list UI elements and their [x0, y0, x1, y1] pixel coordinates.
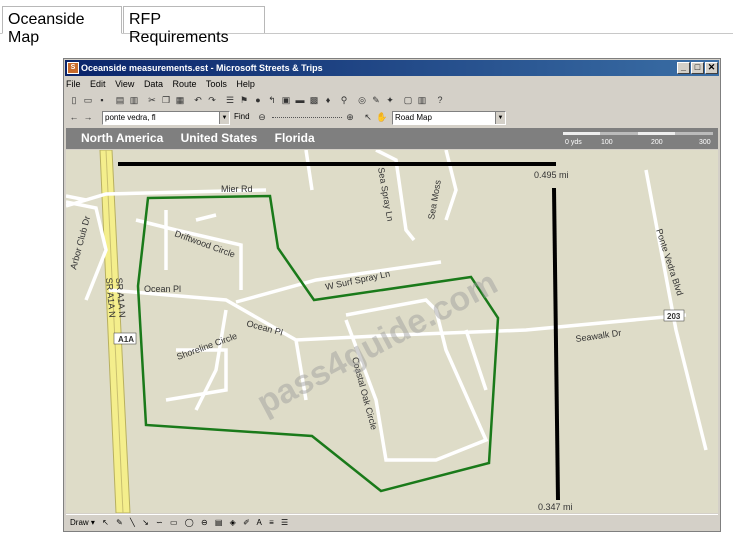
territory-icon[interactable]: ✦ [384, 94, 396, 106]
road-label: Mier Rd [221, 184, 253, 194]
window-title: Oceanside measurements.est - Microsoft S… [81, 63, 323, 73]
location-breadcrumb: North America United States Florida 0 yd… [66, 128, 718, 149]
print-icon[interactable]: ▤ [114, 94, 126, 106]
scale-tick: 300 [699, 139, 711, 146]
navigation-toolbar: ← → ponte vedra, fl ▼ Find ⊖ ⊕ ↖ ✋ Road … [66, 110, 718, 126]
preview-icon[interactable]: ▥ [128, 94, 140, 106]
route-shield-label: 203 [667, 312, 681, 321]
open-icon[interactable]: ▭ [82, 94, 94, 106]
menu-edit[interactable]: Edit [90, 79, 106, 89]
start-icon[interactable]: ⚑ [238, 94, 250, 106]
tab-strip: Oceanside Map RFP Requirements [0, 0, 733, 46]
map-style-value: Road Map [395, 113, 432, 122]
scale-tick: 100 [601, 139, 613, 146]
find-button[interactable]: Find [234, 112, 250, 121]
oval-icon[interactable]: ◯ [185, 518, 194, 527]
circle-icon[interactable]: ⊖ [201, 518, 208, 527]
select-arrow-icon[interactable]: ↖ [102, 518, 109, 527]
zoom-in-icon[interactable]: ⊕ [344, 111, 356, 123]
redo-icon[interactable]: ↷ [206, 94, 218, 106]
chevron-down-icon[interactable]: ▼ [219, 112, 229, 124]
route-shield-label: A1A [118, 335, 134, 344]
copy-icon[interactable]: ❐ [160, 94, 172, 106]
back-icon[interactable]: ← [68, 111, 80, 123]
arrow-icon[interactable]: ↘ [142, 518, 149, 527]
drawing-toolbar: Draw ▾ ↖ ✎ ╲ ↘ ∽ ▭ ◯ ⊖ ▤ ◈ ✐ A ≡ ☰ [66, 514, 718, 530]
zoom-out-icon[interactable]: ⊖ [256, 111, 268, 123]
measurement-label: 0.495 mi [534, 170, 569, 180]
menu-file[interactable]: File [66, 79, 81, 89]
tab-rfp-requirements[interactable]: RFP Requirements [123, 6, 265, 46]
breadcrumb-continent[interactable]: North America [81, 131, 163, 145]
location-search-combo[interactable]: ponte vedra, fl ▼ [102, 111, 230, 125]
dash-style-icon[interactable]: ☰ [281, 518, 288, 527]
legend-icon[interactable]: ▥ [416, 94, 428, 106]
menu-bar: File Edit View Data Route Tools Help [66, 77, 262, 92]
directions-icon[interactable]: ↰ [266, 94, 278, 106]
save-icon[interactable]: ▪ [96, 94, 108, 106]
chevron-down-icon[interactable]: ▼ [495, 112, 505, 124]
line-style-icon[interactable]: ≡ [269, 518, 274, 527]
pan-hand-icon[interactable]: ✋ [376, 111, 388, 123]
location-search-value: ponte vedra, fl [105, 113, 156, 122]
window-titlebar: S Oceanside measurements.est - Microsoft… [65, 60, 719, 76]
forward-icon[interactable]: → [82, 111, 94, 123]
road-label: Ocean Pl [144, 284, 181, 294]
select-icon[interactable]: ↖ [362, 111, 374, 123]
tab-oceanside-map[interactable]: Oceanside Map [2, 6, 122, 46]
draw-menu-button[interactable]: Draw ▾ [70, 518, 95, 527]
menu-data[interactable]: Data [144, 79, 163, 89]
streets-and-trips-window: S Oceanside measurements.est - Microsoft… [63, 58, 721, 532]
minimize-button[interactable]: _ [677, 62, 690, 74]
help-icon[interactable]: ? [434, 94, 446, 106]
scale-unit: 0 yds [565, 139, 582, 146]
car-icon[interactable]: ▬ [294, 94, 306, 106]
pushpin-icon[interactable]: ♦ [322, 94, 334, 106]
line-color-icon[interactable]: ✐ [243, 518, 250, 527]
map-svg: 0.495 mi 0.347 mi Mier Rd Sea Spray Ln S… [66, 150, 718, 513]
map-canvas[interactable]: 0.495 mi 0.347 mi Mier Rd Sea Spray Ln S… [66, 150, 718, 513]
measurement-label: 0.347 mi [538, 502, 573, 512]
map-style-combo[interactable]: Road Map ▼ [392, 111, 506, 125]
stop-icon[interactable]: ● [252, 94, 264, 106]
highlight-icon[interactable]: ✎ [370, 94, 382, 106]
list-icon[interactable]: ▣ [280, 94, 292, 106]
cut-icon[interactable]: ✂ [146, 94, 158, 106]
freeform-icon[interactable]: ∽ [156, 518, 163, 527]
scale-tick: 200 [651, 139, 663, 146]
font-color-icon[interactable]: A [257, 518, 262, 527]
breadcrumb-country[interactable]: United States [181, 131, 258, 145]
textbox-icon[interactable]: ▤ [215, 518, 223, 527]
menu-view[interactable]: View [115, 79, 134, 89]
fill-color-icon[interactable]: ◈ [230, 518, 236, 527]
overview-icon[interactable]: ▢ [402, 94, 414, 106]
maximize-button[interactable]: □ [691, 62, 704, 74]
route-planner-icon[interactable]: ☰ [224, 94, 236, 106]
app-icon: S [67, 62, 79, 74]
rectangle-icon[interactable]: ▭ [170, 518, 178, 527]
undo-icon[interactable]: ↶ [192, 94, 204, 106]
scale-bar: 0 yds 100 200 300 [563, 132, 713, 146]
pen-icon[interactable]: ✎ [116, 518, 123, 527]
find-nearby-icon[interactable]: ◎ [356, 94, 368, 106]
menu-help[interactable]: Help [236, 79, 255, 89]
measure-icon[interactable]: ⚲ [338, 94, 350, 106]
fuel-icon[interactable]: ▩ [308, 94, 320, 106]
line-icon[interactable]: ╲ [130, 518, 135, 527]
new-icon[interactable]: ▯ [68, 94, 80, 106]
close-button[interactable]: ✕ [705, 62, 718, 74]
zoom-slider[interactable] [272, 117, 342, 119]
menu-route[interactable]: Route [172, 79, 196, 89]
standard-toolbar: ▯ ▭ ▪ ▤ ▥ ✂ ❐ ▦ ↶ ↷ ☰ ⚑ ● ↰ ▣ ▬ ▩ ♦ ⚲ ◎ … [66, 93, 718, 109]
menu-tools[interactable]: Tools [206, 79, 227, 89]
breadcrumb-state[interactable]: Florida [275, 131, 315, 145]
paste-icon[interactable]: ▦ [174, 94, 186, 106]
